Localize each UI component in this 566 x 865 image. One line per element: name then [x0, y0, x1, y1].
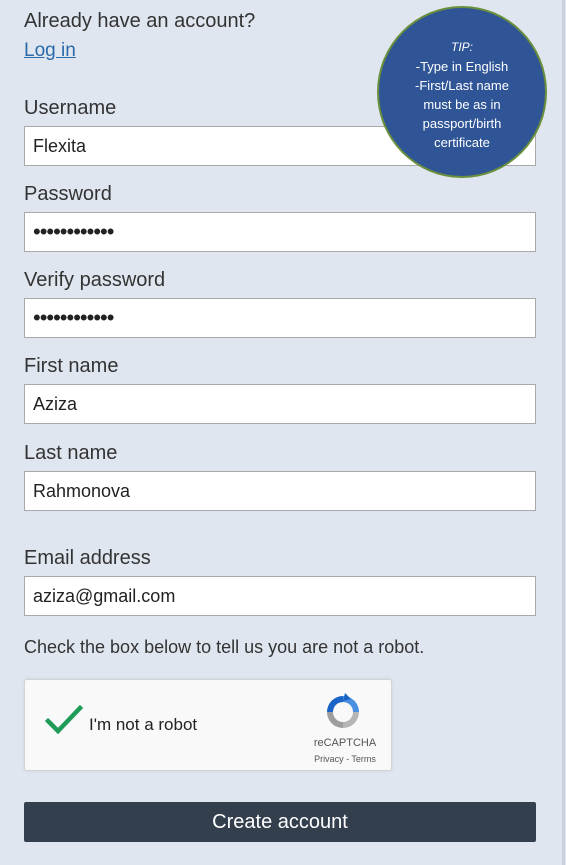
not-a-robot-label: I'm not a robot	[89, 715, 198, 734]
recaptcha-logo-icon	[327, 693, 359, 728]
username-label: Username	[24, 97, 117, 119]
create-account-button[interactable]: Create account	[24, 802, 536, 842]
email-field[interactable]: aziza@gmail.com	[24, 576, 536, 616]
tip-line: passport/birth	[422, 116, 502, 131]
tip-bubble: TIP: -Type in English -First/Last name m…	[377, 6, 547, 178]
last-name-field[interactable]: Rahmonova	[24, 471, 536, 511]
password-field[interactable]: ••••••••••••	[24, 212, 536, 252]
tip-line: must be as in	[423, 97, 501, 112]
terms-link[interactable]: Terms	[351, 754, 376, 764]
last-name-label: Last name	[24, 442, 118, 464]
recaptcha-widget: I'm not a robot reCAPTCHA Privacy - Term…	[24, 679, 392, 771]
login-link[interactable]: Log in	[24, 40, 76, 62]
first-name-field[interactable]: Aziza	[24, 384, 536, 424]
tip-line: -First/Last name	[415, 78, 509, 93]
signup-page: Already have an account? Log in Username…	[0, 0, 565, 865]
verify-password-label: Verify password	[24, 269, 166, 291]
login-prompt: Already have an account?	[24, 10, 256, 32]
captcha-instruction: Check the box below to tell us you are n…	[24, 637, 425, 657]
recaptcha-brand: reCAPTCHA	[313, 737, 377, 749]
tip-title: TIP:	[450, 40, 473, 54]
password-label: Password	[24, 183, 112, 205]
recaptcha-terms-links: Privacy - Terms	[305, 754, 385, 764]
privacy-link[interactable]: Privacy	[314, 754, 344, 764]
first-name-label: First name	[24, 355, 119, 377]
tip-line: certificate	[434, 135, 490, 150]
checkmark-icon[interactable]	[45, 704, 83, 736]
tip-line: -Type in English	[415, 59, 509, 74]
verify-password-field[interactable]: ••••••••••••	[24, 298, 536, 338]
email-label: Email address	[24, 547, 151, 569]
